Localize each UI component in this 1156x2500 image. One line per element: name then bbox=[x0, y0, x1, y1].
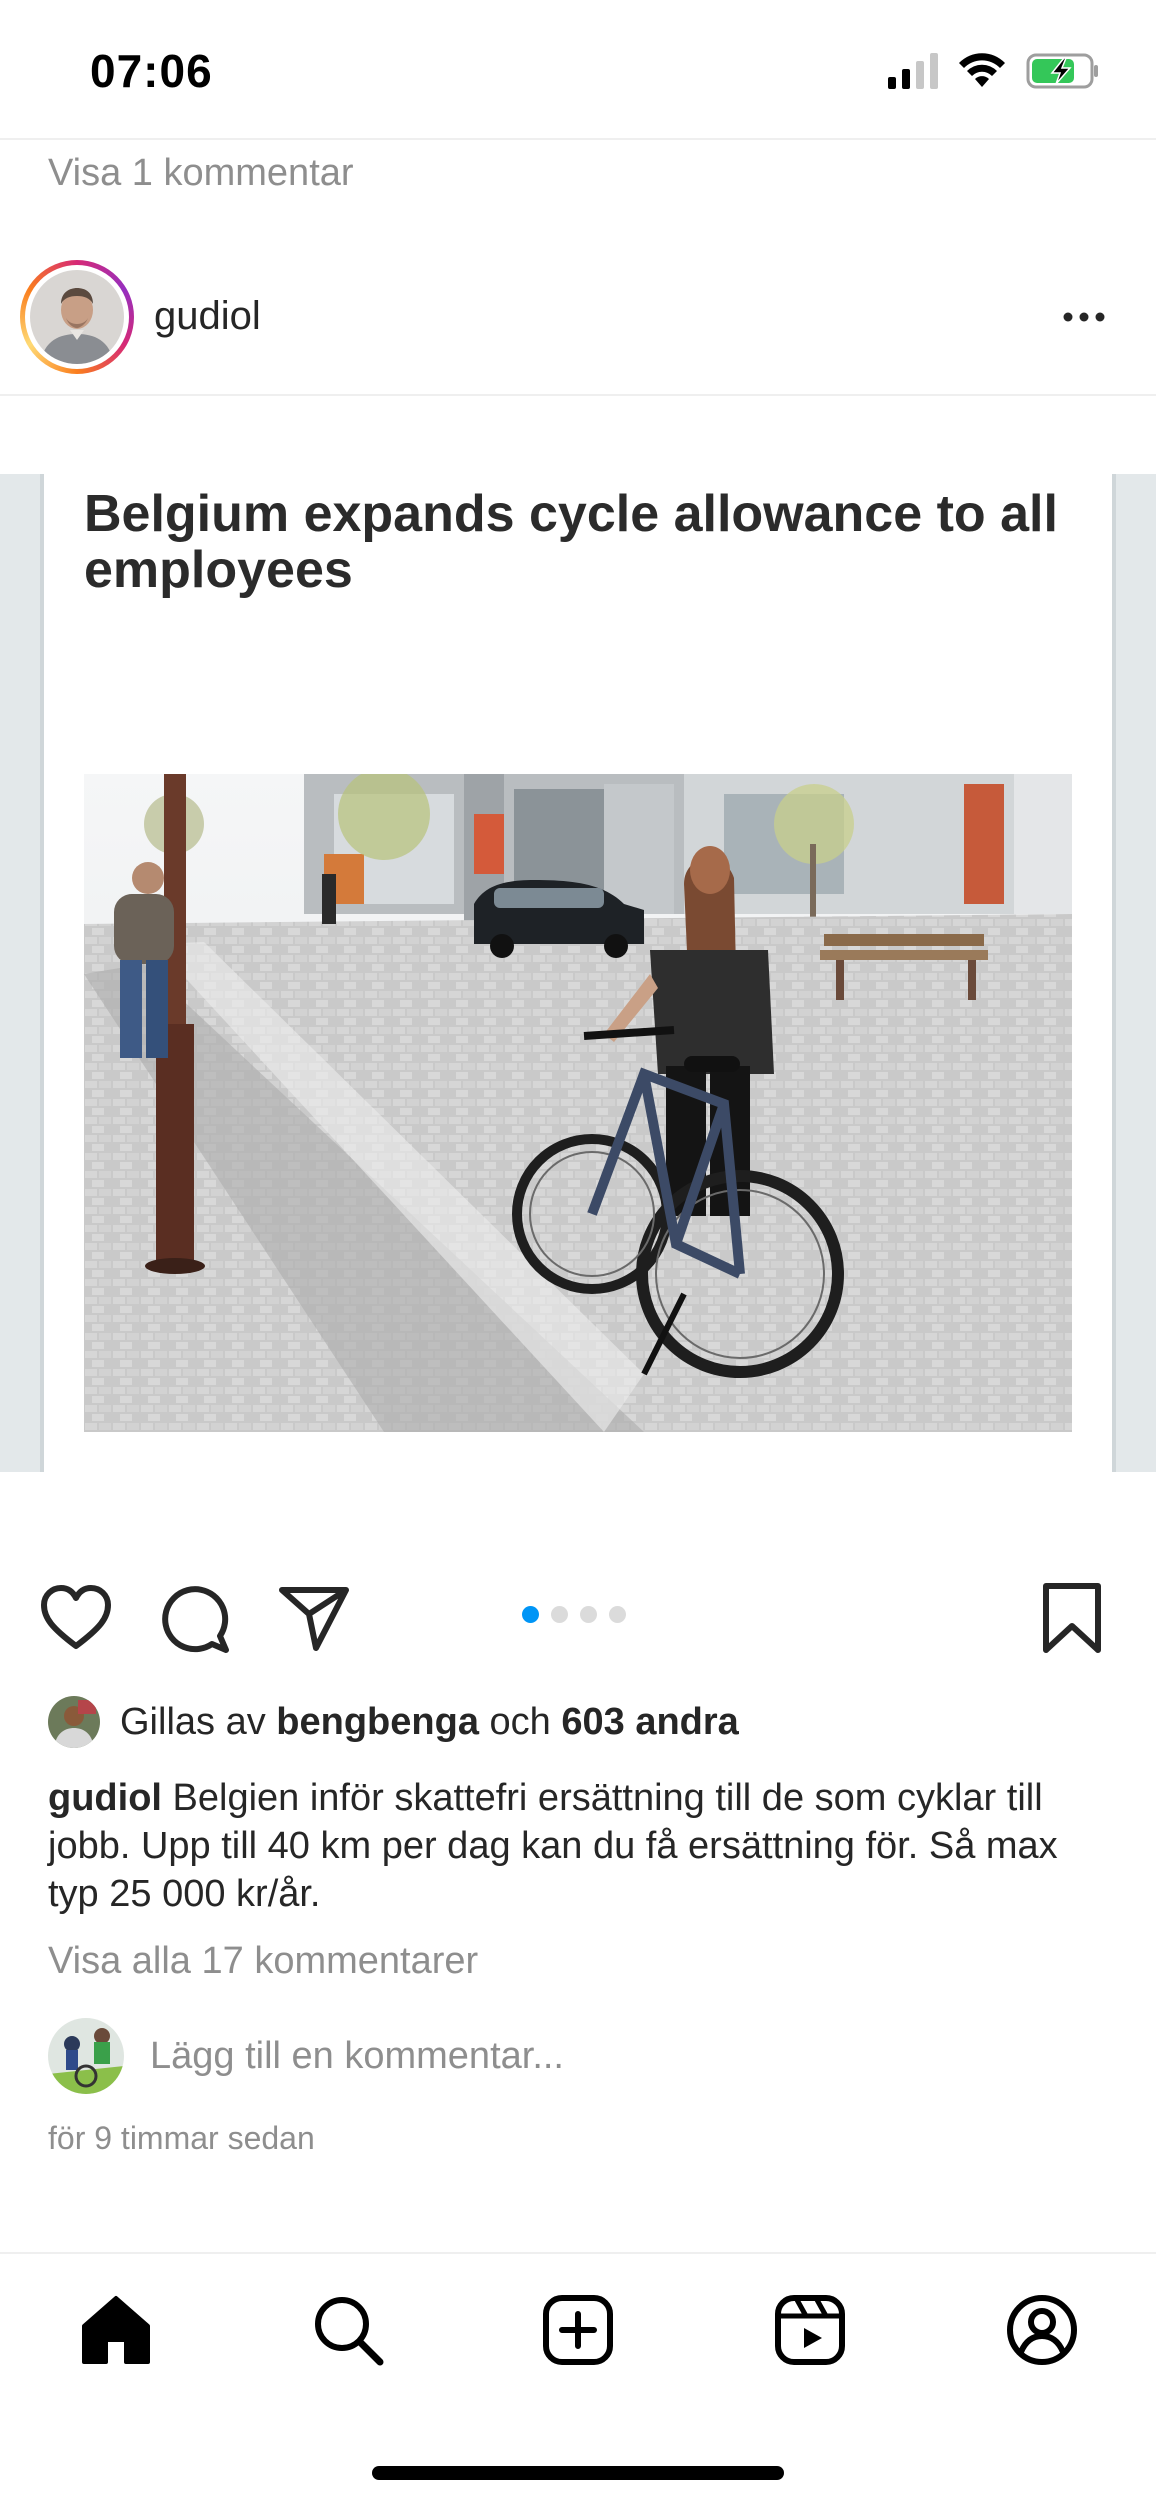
home-indicator bbox=[372, 2466, 784, 2480]
liker-avatar bbox=[48, 1696, 100, 1748]
article-photo bbox=[84, 774, 1072, 1432]
caption-text: Belgien inför skattefri ersättning till … bbox=[48, 1777, 1058, 1915]
likes-text: Gillas av bengbenga och 603 andra bbox=[120, 1700, 739, 1743]
story-ring-avatar[interactable] bbox=[20, 260, 134, 374]
create-icon[interactable] bbox=[538, 2290, 618, 2370]
status-icons bbox=[888, 52, 1100, 90]
heart-icon[interactable] bbox=[38, 1580, 114, 1656]
add-comment-row[interactable]: Lägg till en kommentar... bbox=[48, 2018, 564, 2094]
carousel-dot bbox=[551, 1606, 568, 1623]
home-icon[interactable] bbox=[76, 2290, 156, 2370]
post-caption: gudiol Belgien inför skattefri ersättnin… bbox=[48, 1774, 1108, 1918]
carousel-dot bbox=[609, 1606, 626, 1623]
post-actions bbox=[0, 1580, 1156, 1660]
likes-row[interactable]: Gillas av bengbenga och 603 andra bbox=[48, 1694, 739, 1750]
comment-icon[interactable] bbox=[158, 1580, 234, 1656]
status-bar: 07:06 bbox=[0, 0, 1156, 138]
likes-count[interactable]: 603 andra bbox=[561, 1701, 738, 1743]
reels-icon[interactable] bbox=[770, 2290, 850, 2370]
battery-charging-icon bbox=[1026, 52, 1100, 90]
cellular-signal-icon bbox=[888, 53, 938, 89]
status-divider bbox=[0, 138, 1156, 140]
view-all-comments-link[interactable]: Visa alla 17 kommentarer bbox=[48, 1940, 478, 1983]
post-header: gudiol bbox=[0, 250, 1156, 390]
avatar bbox=[30, 270, 124, 364]
bottom-tab-bar bbox=[0, 2254, 1156, 2500]
view-comment-link[interactable]: Visa 1 kommentar bbox=[48, 152, 354, 195]
more-icon[interactable] bbox=[1054, 302, 1114, 332]
search-icon[interactable] bbox=[308, 2290, 388, 2370]
article-title: Belgium expands cycle allowance to all e… bbox=[84, 485, 1058, 599]
status-time: 07:06 bbox=[90, 45, 213, 97]
carousel-indicator bbox=[522, 1606, 626, 1623]
caption-username[interactable]: gudiol bbox=[48, 1777, 162, 1819]
liker-username[interactable]: bengbenga bbox=[276, 1701, 479, 1743]
share-icon[interactable] bbox=[276, 1580, 352, 1656]
profile-icon[interactable] bbox=[1002, 2290, 1082, 2370]
instagram-feed-screen: 07:06 Visa 1 kommentar gudiol Belgium ex… bbox=[0, 0, 1156, 2500]
wifi-icon bbox=[958, 53, 1006, 89]
my-avatar bbox=[48, 2018, 124, 2094]
header-divider bbox=[0, 394, 1156, 396]
carousel-dot bbox=[522, 1606, 539, 1623]
post-timestamp: för 9 timmar sedan bbox=[48, 2120, 315, 2156]
post-username[interactable]: gudiol bbox=[154, 294, 261, 339]
bookmark-icon[interactable] bbox=[1034, 1580, 1110, 1656]
add-comment-input[interactable]: Lägg till en kommentar... bbox=[150, 2035, 564, 2078]
carousel-dot bbox=[580, 1606, 597, 1623]
